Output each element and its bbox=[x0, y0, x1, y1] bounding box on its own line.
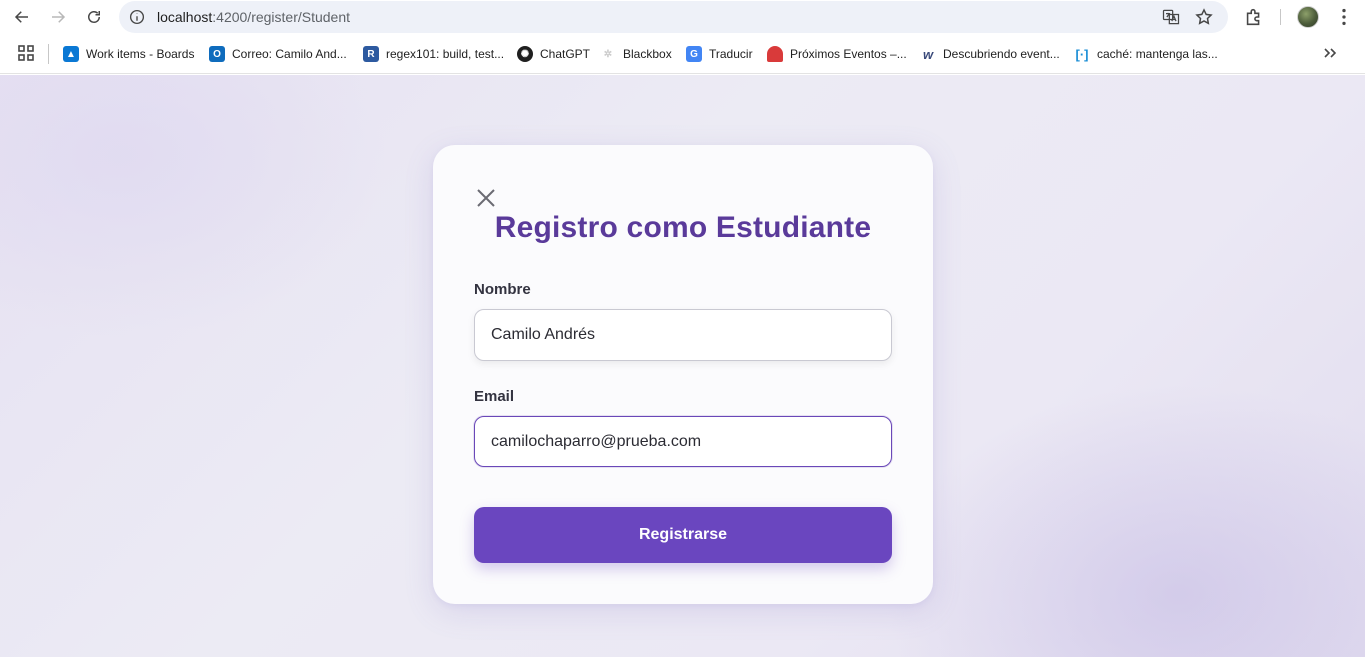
bookmark-traducir[interactable]: G Traducir bbox=[686, 45, 753, 63]
bookmark-cache[interactable]: [·] caché: mantenga las... bbox=[1074, 45, 1218, 63]
blackbox-icon: ✲ bbox=[600, 46, 616, 62]
bookmark-label: Blackbox bbox=[623, 47, 672, 61]
bookmark-regex101[interactable]: R regex101: build, test... bbox=[363, 45, 504, 63]
apps-grid-icon[interactable] bbox=[17, 44, 35, 62]
bookmark-correo[interactable]: O Correo: Camilo And... bbox=[209, 45, 347, 63]
page-title: Registro como Estudiante bbox=[494, 211, 872, 244]
bookmark-proximos-eventos[interactable]: Próximos Eventos –... bbox=[767, 45, 907, 63]
chatgpt-icon: ✺ bbox=[517, 46, 533, 62]
reload-icon[interactable] bbox=[82, 5, 106, 29]
bookmark-label: ChatGPT bbox=[540, 47, 591, 61]
bookmark-chatgpt[interactable]: ✺ ChatGPT bbox=[517, 45, 590, 63]
toolbar-divider bbox=[1280, 9, 1281, 25]
profile-avatar[interactable] bbox=[1297, 6, 1319, 28]
browser-toolbar: localhost:4200/register/Student bbox=[0, 0, 1365, 34]
email-label: Email bbox=[474, 388, 515, 405]
azure-devops-icon: ▲ bbox=[63, 46, 79, 62]
google-translate-icon: G bbox=[686, 46, 702, 62]
translate-icon[interactable] bbox=[1161, 7, 1181, 27]
site-info-icon[interactable] bbox=[128, 8, 146, 26]
bookmark-label: Traducir bbox=[709, 47, 753, 61]
bookmark-label: Correo: Camilo And... bbox=[232, 47, 347, 61]
bookmark-label: Próximos Eventos –... bbox=[790, 47, 907, 61]
bookmark-descubriendo[interactable]: w Descubriendo event... bbox=[920, 45, 1060, 63]
bookmark-label: regex101: build, test... bbox=[386, 47, 505, 61]
register-button[interactable]: Registrarse bbox=[474, 507, 892, 563]
watermelon-icon bbox=[767, 46, 783, 62]
bookmark-label: Descubriendo event... bbox=[943, 47, 1060, 61]
w-icon: w bbox=[920, 46, 936, 62]
name-input[interactable] bbox=[474, 309, 892, 361]
back-arrow-icon[interactable] bbox=[10, 5, 34, 29]
bookmark-label: caché: mantenga las... bbox=[1097, 47, 1218, 61]
email-input[interactable] bbox=[474, 416, 892, 467]
register-card: Registro como Estudiante Nombre Email Re… bbox=[433, 145, 933, 604]
page-background: Registro como Estudiante Nombre Email Re… bbox=[0, 75, 1365, 657]
name-label: Nombre bbox=[474, 281, 531, 298]
menu-kebab-icon[interactable] bbox=[1333, 6, 1355, 28]
brackets-icon: [·] bbox=[1074, 46, 1090, 62]
outlook-icon: O bbox=[209, 46, 225, 62]
forward-arrow-icon[interactable] bbox=[46, 5, 70, 29]
bookmarks-bar: ▲ Work items - Boards O Correo: Camilo A… bbox=[0, 34, 1365, 74]
more-bookmarks-chevron-icon[interactable] bbox=[1322, 44, 1338, 62]
bookmark-work-items[interactable]: ▲ Work items - Boards bbox=[63, 45, 194, 63]
bookmark-label: Work items - Boards bbox=[86, 47, 195, 61]
extensions-icon[interactable] bbox=[1243, 6, 1265, 28]
url-text[interactable]: localhost:4200/register/Student bbox=[157, 9, 350, 25]
regex101-icon: R bbox=[363, 46, 379, 62]
address-bar[interactable]: localhost:4200/register/Student bbox=[119, 1, 1228, 33]
bookmark-star-icon[interactable] bbox=[1194, 7, 1214, 27]
bookmarks-divider bbox=[48, 44, 49, 64]
bookmark-blackbox[interactable]: ✲ Blackbox bbox=[600, 45, 672, 63]
close-icon[interactable] bbox=[474, 186, 498, 210]
